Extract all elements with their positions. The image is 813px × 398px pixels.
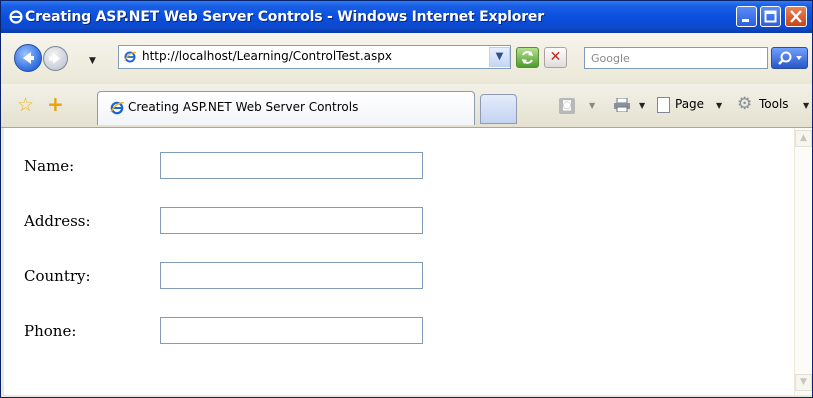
- page-dropdown-icon[interactable]: ▼: [716, 101, 722, 110]
- tab-active[interactable]: Creating ASP.NET Web Server Controls: [97, 91, 475, 125]
- minimize-icon: [742, 19, 749, 22]
- search-box[interactable]: Google: [584, 47, 768, 69]
- scroll-up-button[interactable]: ▲: [795, 130, 812, 147]
- back-button[interactable]: [14, 44, 42, 72]
- refresh-button[interactable]: [516, 47, 539, 68]
- refresh-icon: [522, 51, 533, 64]
- favorites-center-star-icon[interactable]: ☆: [17, 96, 34, 115]
- tools-menu-label[interactable]: Tools: [759, 97, 789, 111]
- tools-gear-icon: ⚙: [737, 94, 753, 114]
- forward-button[interactable]: [43, 46, 68, 71]
- close-icon: [790, 10, 802, 23]
- tab-label: Creating ASP.NET Web Server Controls: [128, 100, 359, 114]
- back-arrow-icon: [23, 52, 34, 64]
- country-label: Country:: [24, 267, 91, 285]
- name-label: Name:: [24, 157, 75, 175]
- print-dropdown-icon[interactable]: ▼: [639, 101, 645, 110]
- recent-pages-dropdown-icon[interactable]: ▼: [89, 56, 96, 66]
- browser-window: Creating ASP.NET Web Server Controls - W…: [0, 0, 813, 398]
- address-label: Address:: [24, 212, 91, 230]
- maximize-icon: [764, 10, 777, 23]
- vertical-scrollbar[interactable]: ▲ ▼: [795, 128, 812, 395]
- feeds-dropdown-icon[interactable]: ▼: [589, 101, 595, 110]
- chevron-down-icon: ▼: [495, 51, 504, 62]
- close-button[interactable]: [785, 6, 807, 27]
- phone-label: Phone:: [24, 322, 77, 340]
- chevron-down-icon: ▼: [800, 377, 807, 387]
- page-menu-label[interactable]: Page: [675, 97, 704, 111]
- feeds-icon[interactable]: ◙: [559, 98, 575, 114]
- printer-icon[interactable]: [613, 98, 631, 112]
- address-bar[interactable]: http://localhost/Learning/ControlTest.as…: [118, 45, 511, 69]
- forward-arrow-icon: [49, 53, 60, 64]
- add-to-favorites-plus-icon[interactable]: +: [47, 94, 64, 114]
- tab-ie-icon: [110, 101, 125, 115]
- search-icon: [778, 51, 802, 65]
- chevron-up-icon: ▲: [800, 133, 807, 143]
- ie-logo-icon: [9, 10, 23, 24]
- stop-button[interactable]: ✕: [544, 47, 567, 68]
- country-input[interactable]: [160, 262, 423, 289]
- address-input[interactable]: [160, 207, 423, 234]
- search-placeholder: Google: [591, 52, 630, 65]
- title-bar[interactable]: Creating ASP.NET Web Server Controls - W…: [1, 1, 812, 33]
- page-menu-icon: [657, 97, 670, 113]
- maximize-button[interactable]: [760, 6, 781, 27]
- minimize-button[interactable]: [736, 6, 757, 27]
- address-text: http://localhost/Learning/ControlTest.as…: [142, 49, 392, 63]
- page-content: Name: Address: Country: Phone:: [4, 128, 794, 395]
- name-input[interactable]: [160, 152, 423, 179]
- stop-icon: ✕: [549, 49, 562, 65]
- search-button[interactable]: [771, 47, 808, 69]
- tools-dropdown-icon[interactable]: ▼: [803, 101, 809, 110]
- scroll-down-button[interactable]: ▼: [795, 374, 812, 391]
- new-tab-button[interactable]: [480, 94, 517, 124]
- window-title: Creating ASP.NET Web Server Controls - W…: [25, 9, 544, 25]
- address-dropdown-button[interactable]: ▼: [489, 47, 510, 67]
- phone-input[interactable]: [160, 317, 423, 344]
- page-ie-icon: [124, 51, 137, 63]
